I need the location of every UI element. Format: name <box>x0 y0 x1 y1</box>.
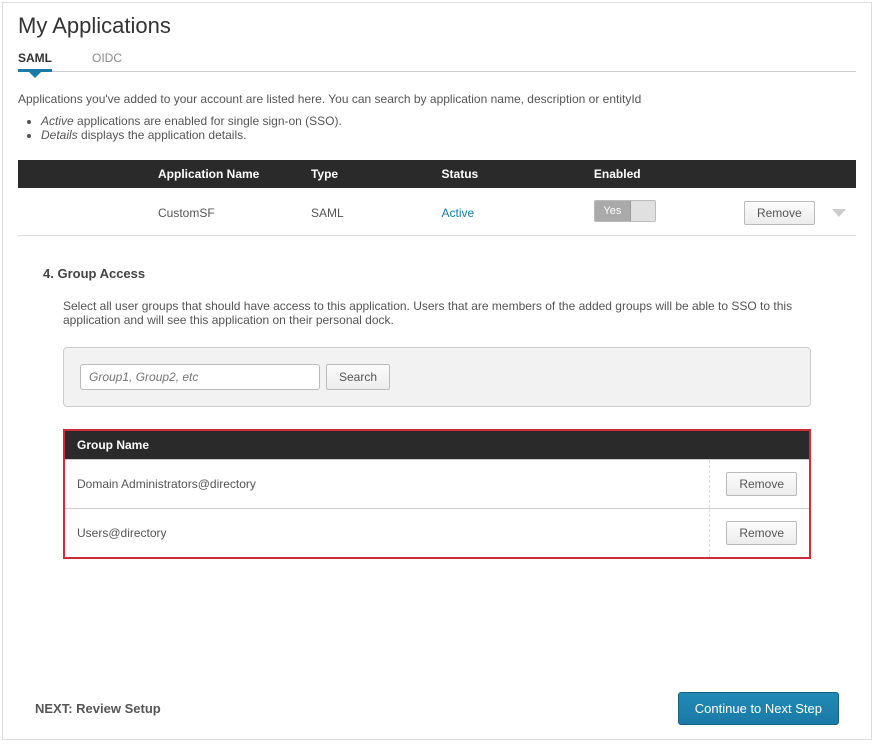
status-active-link[interactable]: Active <box>442 206 475 220</box>
group-table: Group Name Domain Administrators@directo… <box>65 431 809 557</box>
col-application-name: Application Name <box>18 160 301 188</box>
applications-table: Application Name Type Status Enabled Cus… <box>18 160 856 236</box>
enabled-toggle[interactable]: Yes <box>594 200 656 222</box>
app-status: Active <box>432 188 584 236</box>
app-actions-cell: Remove <box>725 188 856 236</box>
group-table-highlight: Group Name Domain Administrators@directo… <box>63 429 811 559</box>
bullet-active-text: applications are enabled for single sign… <box>74 114 342 128</box>
search-button[interactable]: Search <box>326 364 390 390</box>
col-type: Type <box>301 160 432 188</box>
next-step-label: NEXT: Review Setup <box>35 701 161 716</box>
group-actions-cell: Remove <box>709 460 809 509</box>
application-row: CustomSF SAML Active Yes Remove <box>18 188 856 236</box>
tab-oidc[interactable]: OIDC <box>92 51 122 71</box>
app-type: SAML <box>301 188 432 236</box>
intro-text: Applications you've added to your accoun… <box>3 92 871 114</box>
group-search-input[interactable] <box>80 364 320 390</box>
remove-app-button[interactable]: Remove <box>744 201 815 225</box>
section-heading: 4. Group Access <box>43 266 831 281</box>
group-search-box: Search <box>63 347 811 407</box>
bullet-active-em: Active <box>41 114 74 128</box>
group-header-row: Group Name <box>65 431 809 460</box>
intro-bullets: Active applications are enabled for sing… <box>3 114 871 160</box>
toggle-yes-label: Yes <box>595 201 631 221</box>
col-actions <box>725 160 856 188</box>
app-enabled-cell: Yes <box>584 188 725 236</box>
group-row: Users@directory Remove <box>65 509 809 558</box>
tabs: SAML OIDC <box>3 51 871 71</box>
page-title: My Applications <box>3 3 871 51</box>
footer: NEXT: Review Setup Continue to Next Step <box>3 692 871 725</box>
col-group-name: Group Name <box>65 431 809 460</box>
expand-chevron-icon[interactable] <box>832 209 846 217</box>
app-panel: My Applications SAML OIDC Applications y… <box>2 2 872 740</box>
remove-group-button[interactable]: Remove <box>726 521 797 545</box>
bullet-details-text: displays the application details. <box>78 128 247 142</box>
group-name-cell: Users@directory <box>65 509 709 558</box>
col-status: Status <box>432 160 584 188</box>
col-enabled: Enabled <box>584 160 725 188</box>
continue-button[interactable]: Continue to Next Step <box>678 692 839 725</box>
group-name-cell: Domain Administrators@directory <box>65 460 709 509</box>
remove-group-button[interactable]: Remove <box>726 472 797 496</box>
applications-header-row: Application Name Type Status Enabled <box>18 160 856 188</box>
bullet-active: Active applications are enabled for sing… <box>41 114 856 128</box>
tab-divider <box>18 71 856 72</box>
tab-saml[interactable]: SAML <box>18 51 52 71</box>
group-row: Domain Administrators@directory Remove <box>65 460 809 509</box>
group-actions-cell: Remove <box>709 509 809 558</box>
bullet-details: Details displays the application details… <box>41 128 856 142</box>
bullet-details-em: Details <box>41 128 78 142</box>
section-description: Select all user groups that should have … <box>43 299 831 347</box>
app-name: CustomSF <box>18 188 301 236</box>
group-access-section: 4. Group Access Select all user groups t… <box>3 236 871 559</box>
